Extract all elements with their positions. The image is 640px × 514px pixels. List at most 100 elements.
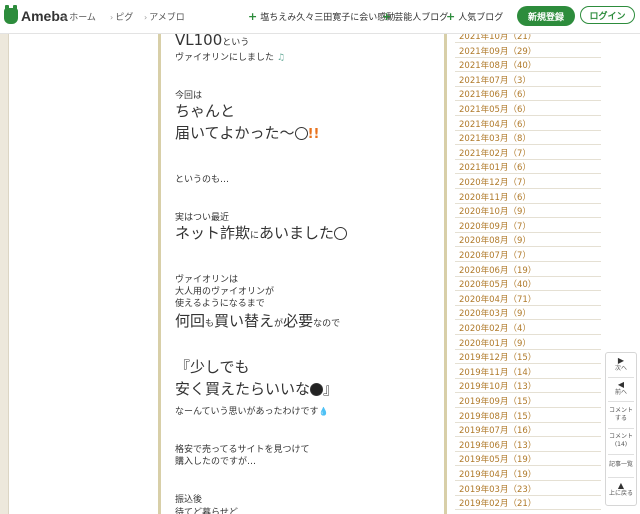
archive-month-link[interactable]: 2019年03月（23） xyxy=(459,483,536,495)
archive-month-link[interactable]: 2019年09月（15） xyxy=(459,395,536,407)
chevron-right-icon: › xyxy=(144,13,148,22)
archive-month-link[interactable]: 2020年04月（71） xyxy=(459,293,536,305)
archive-month-link[interactable]: 2020年12月（7） xyxy=(459,176,531,188)
signup-button[interactable]: 新規登録 xyxy=(517,6,575,26)
archive-month-link[interactable]: 2019年10月（13） xyxy=(459,380,536,392)
comments-count-button[interactable]: コメント (14) xyxy=(606,433,636,449)
archive-month-link[interactable]: 2021年01月（6） xyxy=(459,161,531,173)
page-background xyxy=(0,34,8,514)
login-button[interactable]: ログイン xyxy=(580,6,635,24)
archive-month-link[interactable]: 2019年04月（19） xyxy=(459,468,536,480)
archive-month-link[interactable]: 2020年02月（4） xyxy=(459,322,531,334)
text-line: 安く買えたらいいな』 xyxy=(175,380,339,398)
divider xyxy=(455,231,601,233)
logo-text: Ameba xyxy=(21,8,68,24)
archive-month-link[interactable]: 2021年07月（3） xyxy=(459,74,531,86)
nav-home[interactable]: › ホーム xyxy=(64,10,96,23)
play-left-icon: ◀ xyxy=(617,380,625,389)
divider xyxy=(608,477,634,478)
archive-month-link[interactable]: 2020年01月（9） xyxy=(459,337,531,349)
divider xyxy=(455,42,601,43)
text-line: 購入したのですが… xyxy=(175,457,257,467)
divider xyxy=(455,85,601,87)
divider xyxy=(455,261,601,262)
write-comment-button[interactable]: コメント する xyxy=(606,407,636,423)
archive-month-link[interactable]: 2019年05月（19） xyxy=(459,453,536,465)
arrow-up-icon: ▲ xyxy=(617,481,625,490)
back-to-top-button[interactable]: ▲ 上に戻る xyxy=(606,481,636,498)
archive-month-link[interactable]: 2020年05月（40） xyxy=(459,278,536,290)
text-line: なーんていう思いがあったわけです💧 xyxy=(175,407,329,417)
archive-month-link[interactable]: 2020年06月（19） xyxy=(459,264,536,276)
divider xyxy=(455,217,601,219)
archive-month-link[interactable]: 2021年08月（40） xyxy=(459,59,536,71)
prev-button[interactable]: ◀ 前へ xyxy=(606,380,636,397)
archive-month-link[interactable]: 2019年06月（13） xyxy=(459,439,536,451)
text-line: VL100という xyxy=(175,34,250,49)
play-right-icon: ▶ xyxy=(617,356,625,365)
plus-icon: + xyxy=(248,10,258,23)
text-line: 振込後 xyxy=(175,495,203,505)
plus-icon: + xyxy=(382,10,392,23)
archive-month-link[interactable]: 2021年10月（21） xyxy=(459,34,536,42)
divider xyxy=(455,71,601,73)
popular-blog-link[interactable]: + 人気ブログ xyxy=(446,10,503,23)
next-button[interactable]: ▶ 次へ xyxy=(606,356,636,373)
divider xyxy=(455,246,601,248)
divider xyxy=(455,509,601,511)
article-body: VL100という ヴァイオリンにしました ♫ 今回は ちゃんと 届いてよかった〜… xyxy=(161,34,444,514)
article-list-button[interactable]: 記事一覧 xyxy=(606,461,636,469)
monthly-archive: 2021年10月（21） 2021年09月（29） 2021年08月（40） 2021… xyxy=(447,34,607,514)
archive-month-link[interactable]: 2019年07月（16） xyxy=(459,424,536,436)
nav-pigg[interactable]: › ピグ xyxy=(110,10,133,23)
divider xyxy=(455,173,601,175)
divider xyxy=(608,401,634,402)
violin-emoji-icon: ♫ xyxy=(276,53,285,63)
text-line: 使えるようになるまで xyxy=(175,299,265,309)
archive-month-link[interactable]: 2020年10月（9） xyxy=(459,205,531,217)
text-line: ネット詐欺にあいました xyxy=(175,222,348,243)
trending-link[interactable]: + 塩ちえみ久々三田寛子に会い感動 xyxy=(248,10,395,23)
divider xyxy=(455,100,601,102)
archive-month-link[interactable]: 2020年11月（6） xyxy=(459,191,531,203)
sweat-drop-icon: 💧 xyxy=(318,407,329,416)
divider xyxy=(455,436,601,438)
celebrity-blog-link[interactable]: + 芸能人ブログ xyxy=(382,10,448,23)
divider xyxy=(8,34,9,514)
archive-month-link[interactable]: 2019年02月（21） xyxy=(459,497,536,509)
divider xyxy=(455,56,601,58)
archive-month-link[interactable]: 2019年11月（14） xyxy=(459,366,536,378)
text-line: ヴァイオリンにしました ♫ xyxy=(175,53,285,63)
archive-month-link[interactable]: 2020年03月（9） xyxy=(459,307,531,319)
divider xyxy=(455,348,601,350)
divider xyxy=(455,275,601,277)
divider xyxy=(608,428,634,429)
divider xyxy=(455,188,601,189)
divider xyxy=(455,480,601,481)
girl-emoji-icon xyxy=(310,383,324,396)
divider xyxy=(455,377,601,379)
archive-month-link[interactable]: 2020年08月（9） xyxy=(459,234,531,246)
text-line: 何回も買い替えが必要なので xyxy=(175,312,341,330)
divider xyxy=(455,421,601,423)
archive-month-link[interactable]: 2021年04月（6） xyxy=(459,118,531,130)
archive-month-link[interactable]: 2020年07月（7） xyxy=(459,249,531,261)
ameba-logo[interactable]: Ameba xyxy=(4,5,68,25)
divider xyxy=(608,377,634,378)
face-emoji-icon xyxy=(294,127,308,140)
divider xyxy=(455,115,601,116)
divider xyxy=(455,334,601,335)
archive-month-link[interactable]: 2021年09月（29） xyxy=(459,45,536,57)
archive-month-link[interactable]: 2020年09月（7） xyxy=(459,220,531,232)
archive-month-link[interactable]: 2021年03月（8） xyxy=(459,132,531,144)
text-line: 待てど暮らせど xyxy=(175,508,238,514)
archive-month-link[interactable]: 2021年02月（7） xyxy=(459,147,531,159)
archive-month-link[interactable]: 2019年12月（15） xyxy=(459,351,536,363)
archive-month-link[interactable]: 2021年05月（6） xyxy=(459,103,531,115)
archive-month-link[interactable]: 2021年06月（6） xyxy=(459,88,531,100)
archive-month-link[interactable]: 2019年08月（15） xyxy=(459,410,536,422)
floating-nav: ▶ 次へ ◀ 前へ コメント する コメント (14) 記事一覧 ▲ 上に戻る xyxy=(605,352,637,506)
text-line: というのも… xyxy=(175,175,230,185)
nav-ameblo[interactable]: › アメブロ xyxy=(144,10,185,23)
divider xyxy=(455,202,601,204)
